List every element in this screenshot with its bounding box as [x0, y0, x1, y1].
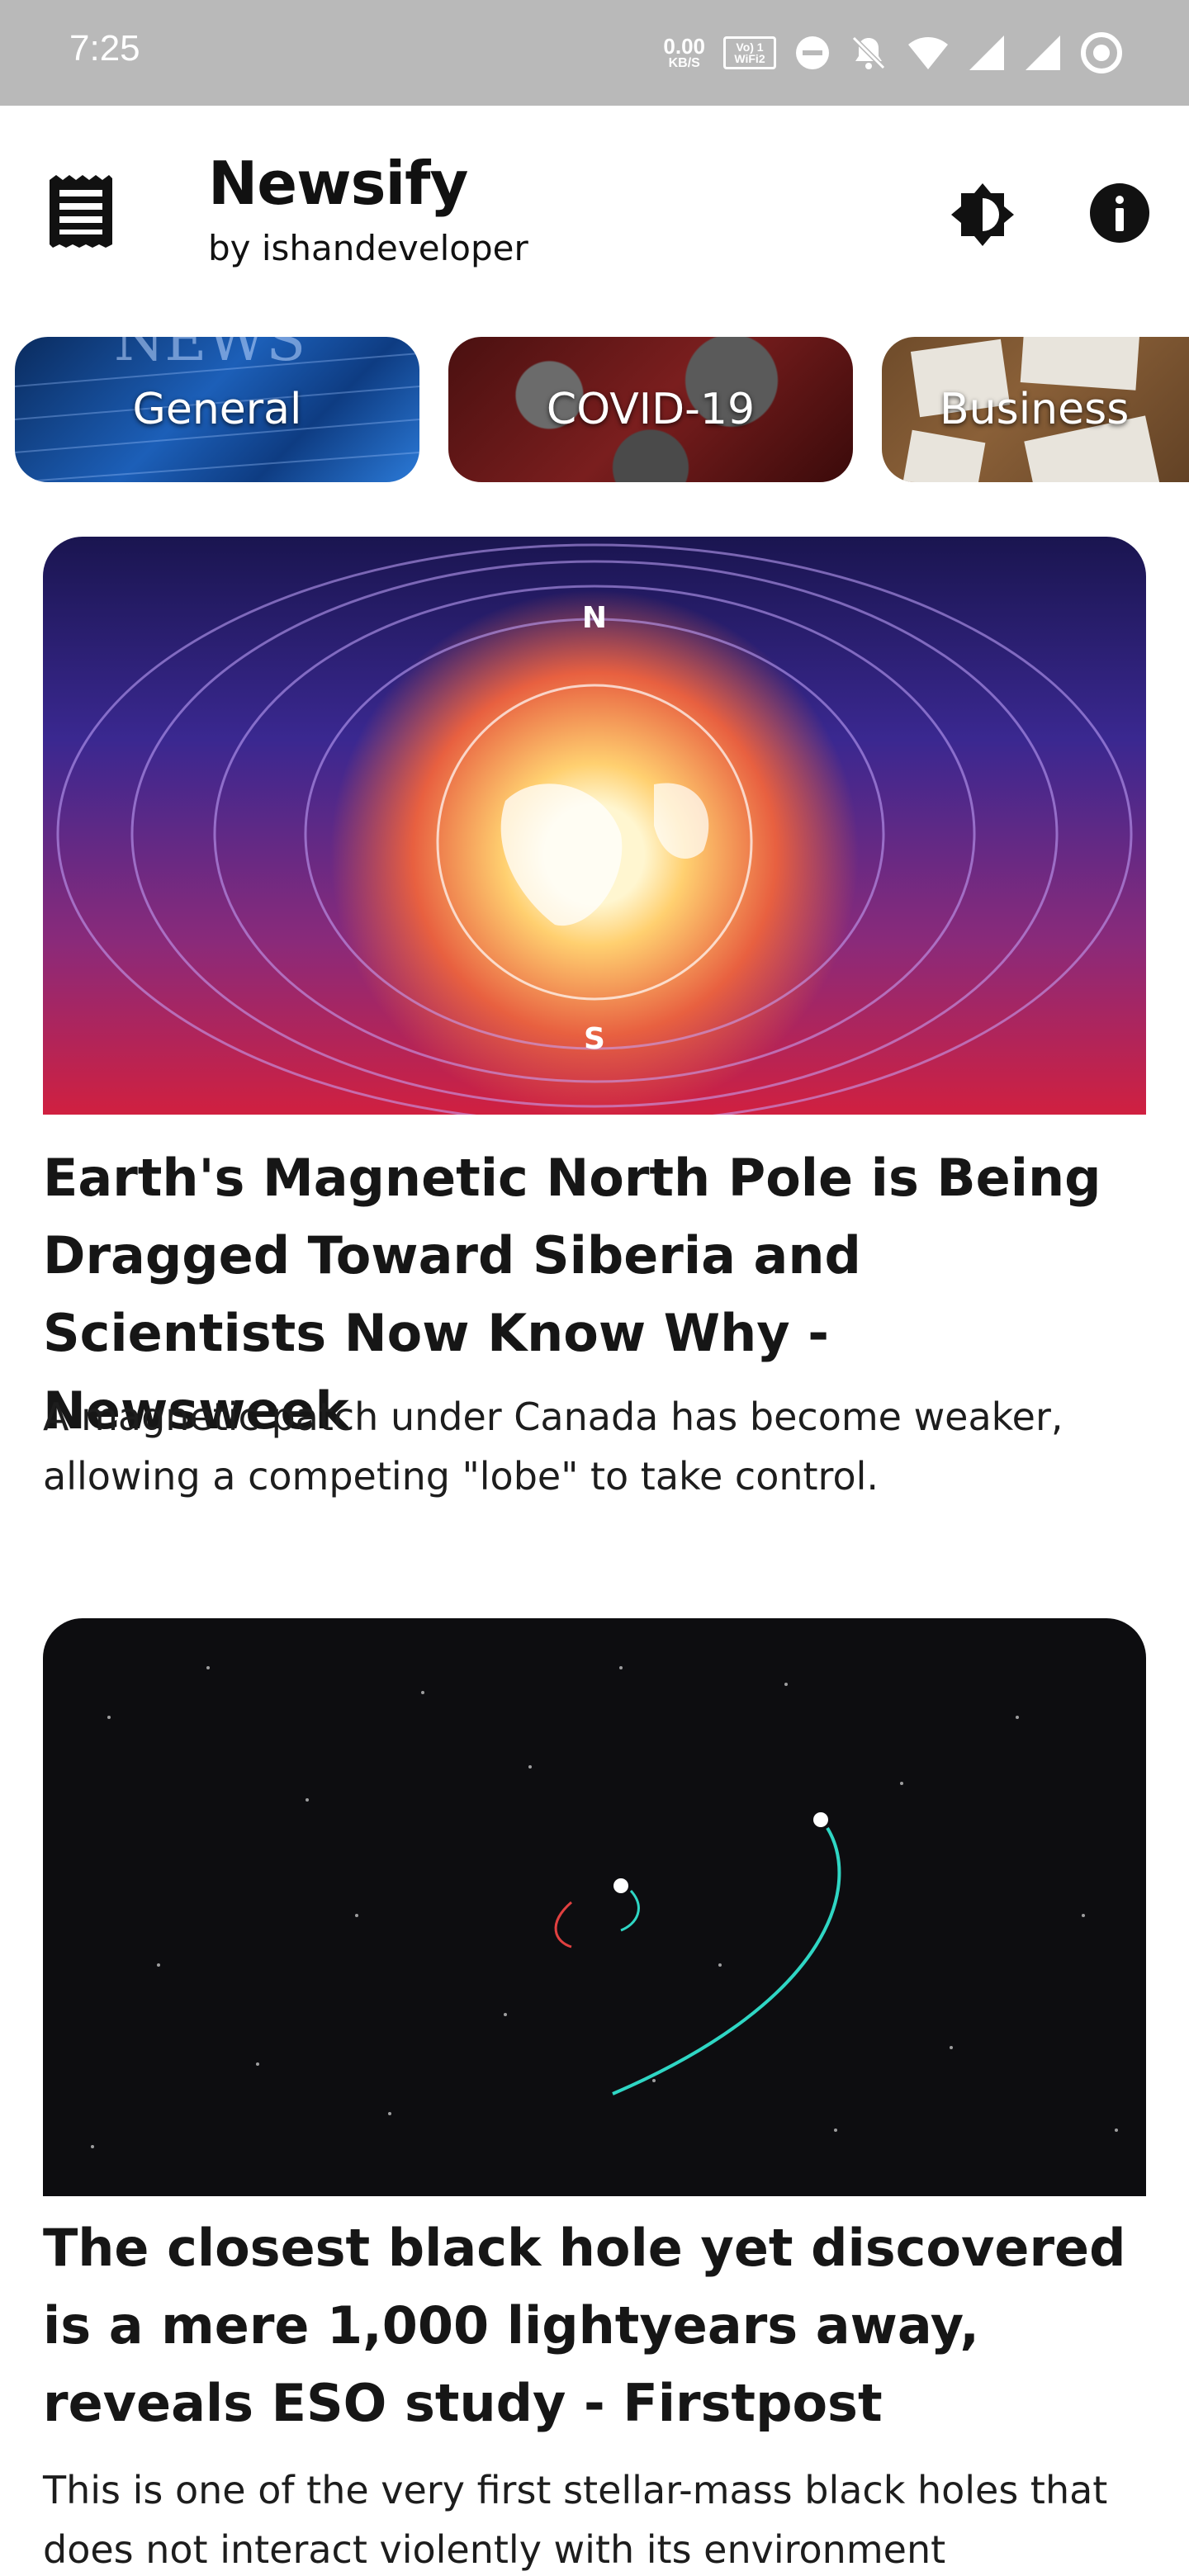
- desk-paper: [902, 429, 986, 482]
- status-time: 7:25: [69, 28, 140, 69]
- brightness-icon: [951, 183, 1014, 246]
- north-label: N: [582, 601, 607, 635]
- dnd-icon: [796, 36, 829, 69]
- info-button[interactable]: [1088, 182, 1151, 244]
- theme-toggle-button[interactable]: [950, 182, 1016, 248]
- svg-text:NEWS: NEWS: [114, 337, 306, 374]
- app-header: Newsify by ishandeveloper: [0, 106, 1189, 312]
- article-card[interactable]: The closest black hole yet discovered is…: [43, 1618, 1146, 2576]
- article-card[interactable]: N S Earth's Magnetic North Pole is Being…: [43, 537, 1146, 1511]
- net-speed-value: 0.00: [663, 34, 705, 59]
- sync-icon: [1081, 32, 1122, 73]
- net-speed-icon: 0.00 KB/S: [663, 36, 705, 70]
- mute-icon: [851, 36, 886, 70]
- menu-icon: [50, 175, 112, 248]
- category-business[interactable]: Business: [882, 337, 1189, 482]
- volte-wifi-icon: Vo) 1 WiFi2: [723, 36, 776, 69]
- app-subtitle: by ishandeveloper: [208, 228, 528, 268]
- status-icons: 0.00 KB/S Vo) 1 WiFi2: [663, 28, 1123, 78]
- app-title: Newsify: [208, 149, 468, 218]
- article-image: N S: [43, 537, 1146, 1115]
- status-bar: 7:25 0.00 KB/S Vo) 1 WiFi2: [0, 0, 1189, 106]
- info-icon: [1090, 183, 1149, 243]
- magnetic-field-illustration: N S: [56, 543, 1133, 1115]
- desk-paper: [1020, 337, 1140, 391]
- category-strip: NEWS General COVID-19 Business: [0, 337, 1189, 482]
- category-general[interactable]: NEWS General: [15, 337, 419, 482]
- article-image: [43, 1618, 1146, 2196]
- category-label: General: [132, 385, 302, 434]
- signal-icon-2: [1026, 36, 1060, 70]
- category-label: Business: [940, 385, 1130, 434]
- category-covid[interactable]: COVID-19: [448, 337, 853, 482]
- net-speed-unit: KB/S: [668, 56, 700, 70]
- wifi-icon: [908, 37, 948, 69]
- article-title: The closest black hole yet discovered is…: [43, 2218, 1126, 2433]
- black-hole-illustration: [91, 1666, 1118, 2148]
- article-description: A magnetic patch under Canada has become…: [43, 1395, 1063, 1499]
- signal-icon: [969, 36, 1004, 70]
- south-label: S: [584, 1022, 605, 1056]
- menu-button[interactable]: [46, 173, 116, 249]
- category-label: COVID-19: [546, 385, 756, 434]
- article-description: This is one of the very first stellar-ma…: [43, 2468, 1108, 2572]
